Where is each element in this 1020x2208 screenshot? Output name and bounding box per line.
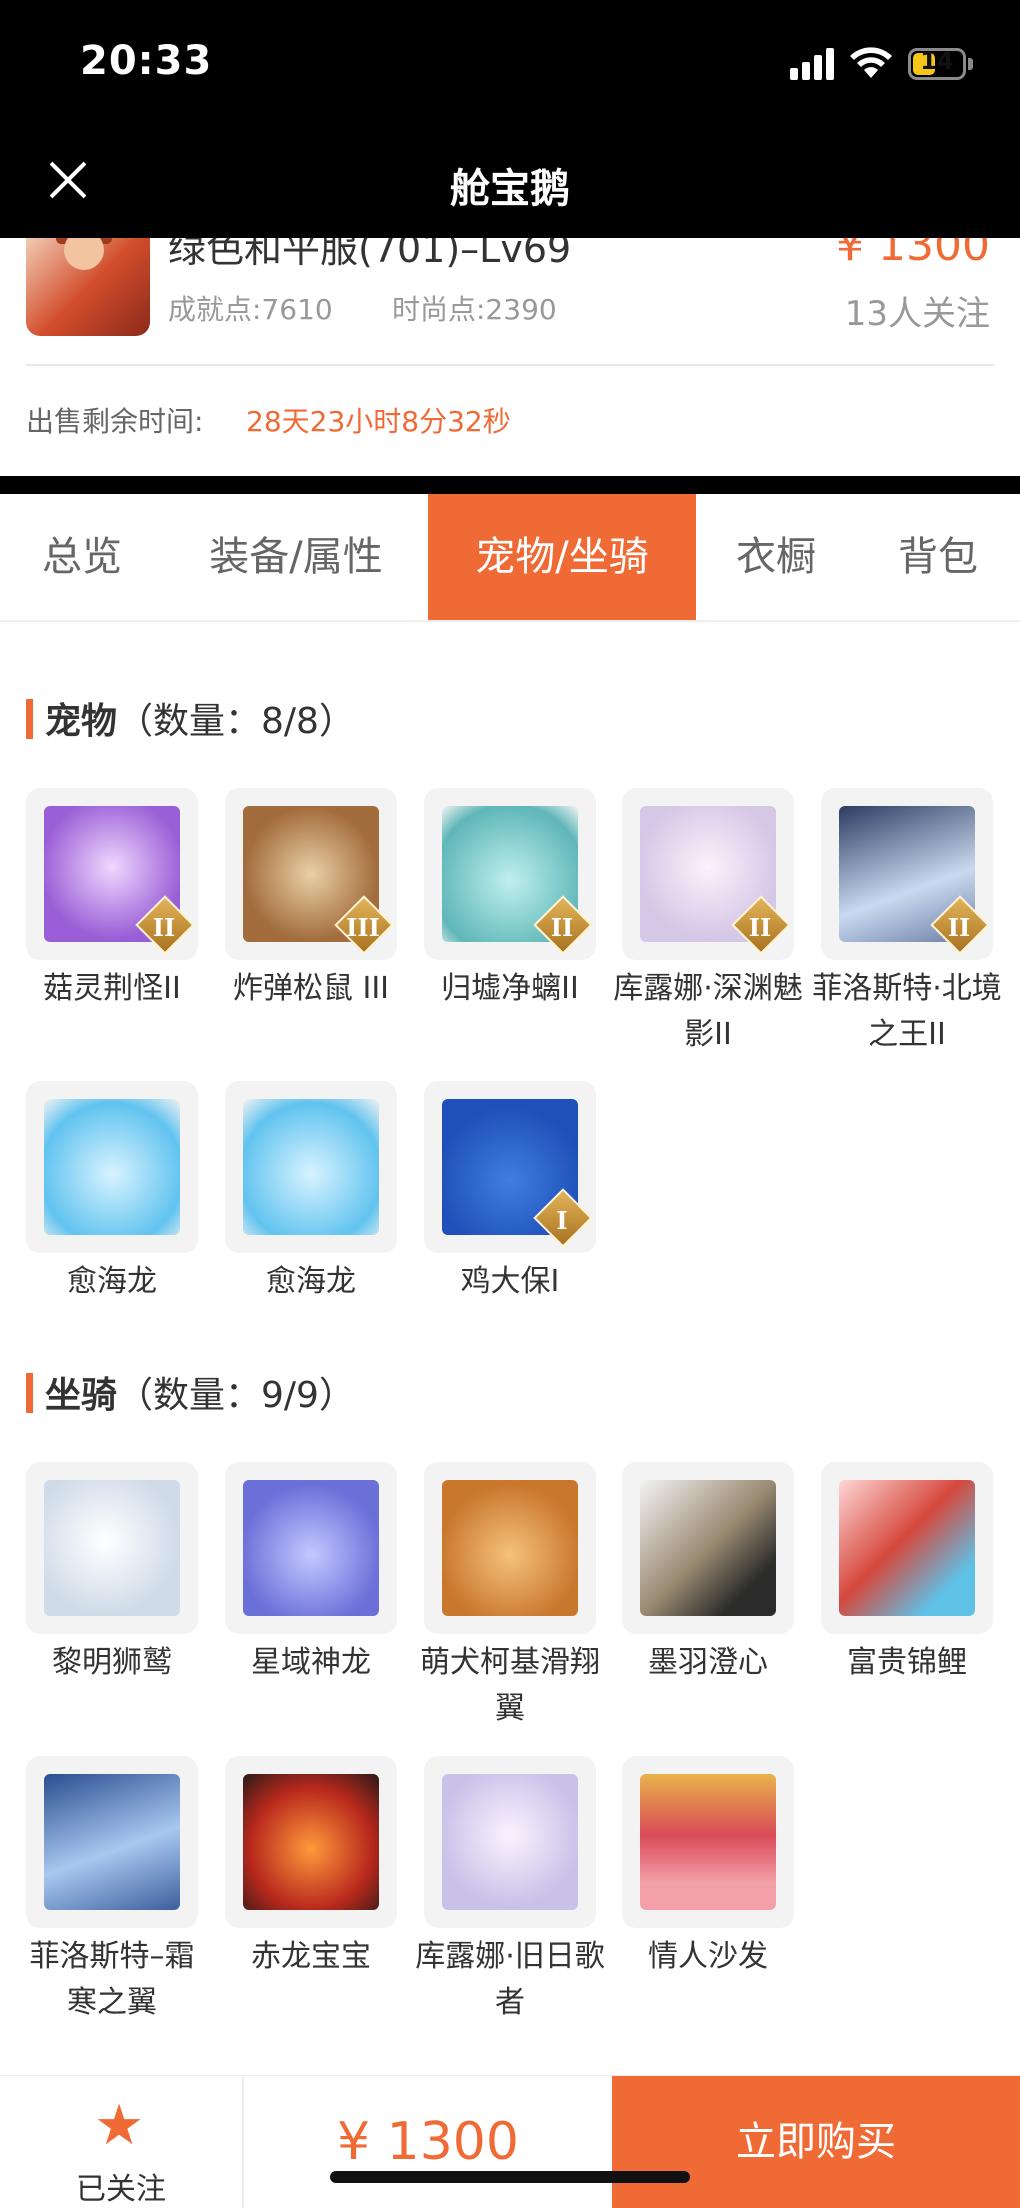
home-indicator <box>330 2171 690 2183</box>
tab-overview[interactable]: 总览 <box>0 494 164 620</box>
mount-card[interactable]: 库露娜·旧日歌者 <box>415 1756 605 2026</box>
pet-name: 鸡大保I <box>460 1264 560 1299</box>
mount-feather-icon <box>640 1480 776 1616</box>
battery-level: 14 <box>920 47 954 75</box>
wifi-icon <box>850 47 892 78</box>
pet-card[interactable]: 愈海龙 <box>26 1081 198 1305</box>
fashion-points: 时尚点:2390 <box>392 293 557 326</box>
pet-card[interactable]: II 菲洛斯特·北境之王II <box>812 788 1002 1058</box>
tab-equipment[interactable]: 装备/属性 <box>164 494 428 620</box>
status-time: 20:33 <box>80 38 213 84</box>
mount-name: 情人沙发 <box>648 1939 768 1974</box>
pet-name: 菲洛斯特·北境之王II <box>812 971 1002 1052</box>
mount-card[interactable]: 黎明狮鹫 <box>26 1462 198 1686</box>
mount-name: 赤龙宝宝 <box>251 1939 371 1974</box>
mount-sofa-icon <box>640 1774 776 1910</box>
listing-header: 绿色和平服(701)–Lv69 ¥ 1300 成就点:7610 时尚点:2390… <box>0 238 1020 476</box>
remaining-time-value: 28天23小时8分32秒 <box>246 405 511 438</box>
mount-name: 黎明狮鹫 <box>52 1645 172 1680</box>
remaining-time-label: 出售剩余时间: <box>26 405 204 438</box>
pet-card[interactable]: II 菇灵荆怪II <box>26 788 198 1012</box>
pet-name: 炸弹松鼠 III <box>232 971 390 1006</box>
pet-name: 菇灵荆怪II <box>43 971 181 1006</box>
mount-card[interactable]: 赤龙宝宝 <box>225 1756 397 1980</box>
mount-name: 墨羽澄心 <box>648 1645 768 1680</box>
achievement-points: 成就点:7610 <box>168 293 333 326</box>
pet-name: 愈海龙 <box>67 1264 157 1299</box>
tab-wardrobe[interactable]: 衣橱 <box>696 494 856 620</box>
mount-griffin-icon <box>44 1480 180 1616</box>
mount-card[interactable]: 萌犬柯基滑翔翼 <box>420 1462 600 1732</box>
mount-card[interactable]: 菲洛斯特–霜寒之翼 <box>26 1756 198 2026</box>
mount-name: 菲洛斯特–霜寒之翼 <box>29 1939 195 2020</box>
mount-card[interactable]: 墨羽澄心 <box>622 1462 794 1686</box>
pet-card[interactable]: 愈海龙 <box>225 1081 397 1305</box>
pet-card[interactable]: II 库露娜·深渊魅影II <box>613 788 803 1058</box>
follow-button[interactable]: ★ 已关注 <box>0 2076 244 2208</box>
status-bar: 20:33 14 <box>0 0 1020 128</box>
star-icon: ★ <box>94 2093 145 2158</box>
pet-name: 库露娜·深渊魅影II <box>613 971 803 1052</box>
mounts-count: （数量：9/9） <box>117 1375 355 1416</box>
avatar <box>26 238 150 336</box>
divider <box>26 364 994 366</box>
role-name: 绿色和平服(701)–Lv69 <box>168 238 572 271</box>
mount-name: 星域神龙 <box>251 1645 371 1680</box>
pets-section-title: 宠物（数量：8/8） <box>26 692 355 744</box>
page-title: 舱宝鹅 <box>450 166 570 212</box>
mount-card[interactable]: 富贵锦鲤 <box>821 1462 993 1686</box>
bottom-action-bar: ★ 已关注 ¥ 1300 立即购买 <box>0 2075 1020 2208</box>
mount-frost-wing-icon <box>44 1774 180 1910</box>
pet-card[interactable]: III 炸弹松鼠 III <box>225 788 397 1012</box>
mount-name: 萌犬柯基滑翔翼 <box>420 1645 600 1726</box>
mount-corgi-icon <box>442 1480 578 1616</box>
mount-name: 富贵锦鲤 <box>847 1645 967 1680</box>
mount-star-dragon-icon <box>243 1480 379 1616</box>
nav-bar: 舱宝鹅 <box>0 128 1020 238</box>
mount-koi-icon <box>839 1480 975 1616</box>
pets-count: （数量：8/8） <box>117 701 355 742</box>
tab-backpack[interactable]: 背包 <box>856 494 1020 620</box>
pet-sea-dragon-icon <box>243 1099 379 1235</box>
pet-sea-dragon-icon <box>44 1099 180 1235</box>
tab-pets-mounts[interactable]: 宠物/坐骑 <box>428 494 696 620</box>
mount-card[interactable]: 星域神龙 <box>225 1462 397 1686</box>
mount-name: 库露娜·旧日歌者 <box>415 1939 605 2020</box>
mount-red-dragon-icon <box>243 1774 379 1910</box>
follow-label: 已关注 <box>76 2172 166 2207</box>
pet-card[interactable]: I 鸡大保I <box>424 1081 596 1305</box>
tab-bar: 总览 装备/属性 宠物/坐骑 衣橱 背包 <box>0 494 1020 622</box>
follower-count: 13人关注 <box>844 294 990 334</box>
listing-price: ¥ 1300 <box>836 238 990 271</box>
battery-icon: 14 <box>908 47 966 80</box>
pet-card[interactable]: II 归墟净螭II <box>424 788 596 1012</box>
mounts-section-title: 坐骑（数量：9/9） <box>26 1366 355 1418</box>
pet-name: 愈海龙 <box>266 1264 356 1299</box>
buy-now-button[interactable]: 立即购买 <box>612 2076 1020 2208</box>
cellular-signal-icon <box>790 48 834 80</box>
pet-name: 归墟净螭II <box>441 971 579 1006</box>
mount-card[interactable]: 情人沙发 <box>622 1756 794 1980</box>
mount-singer-icon <box>442 1774 578 1910</box>
total-price: ¥ 1300 <box>337 2112 519 2172</box>
